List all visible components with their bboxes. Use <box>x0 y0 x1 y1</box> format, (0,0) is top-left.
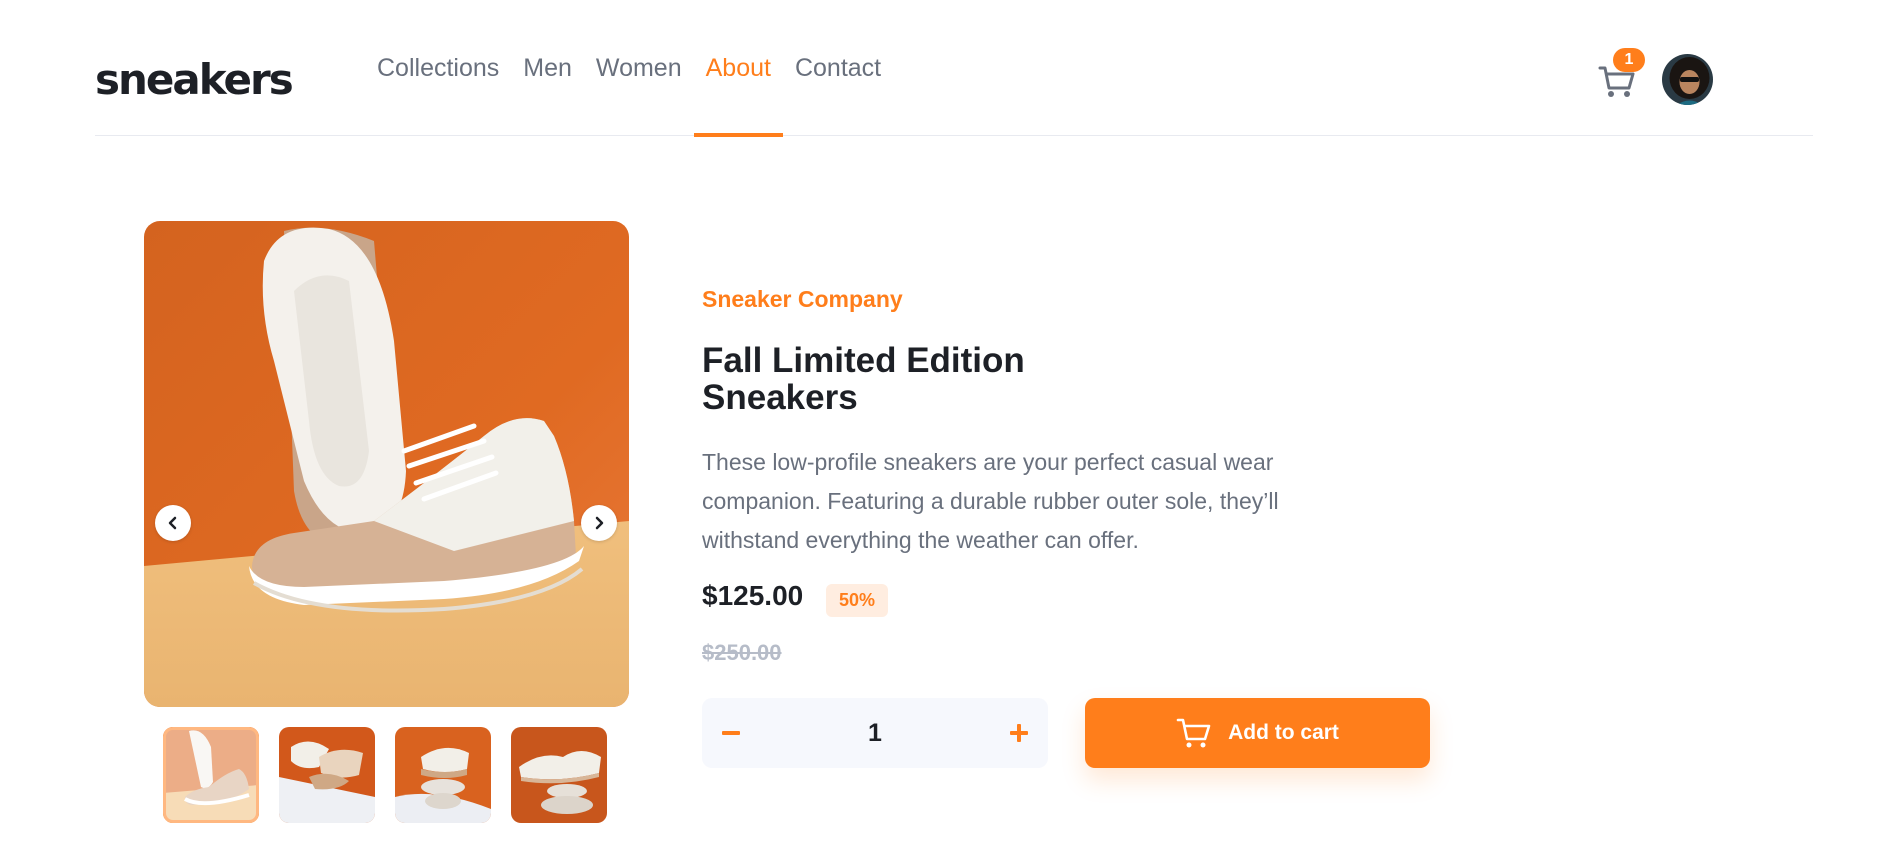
quantity-decrease-button[interactable] <box>706 698 756 768</box>
minus-icon <box>722 731 740 735</box>
nav-contact[interactable]: Contact <box>783 0 893 136</box>
gallery-prev-button[interactable] <box>155 505 191 541</box>
discount-badge: 50% <box>826 584 888 617</box>
product-title-line-2: Sneakers <box>702 378 858 417</box>
chevron-left-icon <box>168 516 177 530</box>
nav-women[interactable]: Women <box>584 0 694 136</box>
add-to-cart-button[interactable]: Add to cart <box>1085 698 1430 768</box>
company-name: Sneaker Company <box>702 286 903 312</box>
quantity-value[interactable]: 1 <box>868 698 882 768</box>
thumbnail-2[interactable] <box>279 727 375 823</box>
product-title-line-1: Fall Limited Edition <box>702 341 1025 380</box>
nav-men[interactable]: Men <box>511 0 584 136</box>
nav-about[interactable]: About <box>693 0 784 137</box>
current-price: $125.00 <box>702 580 804 611</box>
thumbnail-image <box>511 727 607 823</box>
user-avatar[interactable] <box>1660 52 1715 107</box>
thumbnail-4[interactable] <box>511 727 607 823</box>
quantity-stepper: 1 <box>702 698 1048 768</box>
thumbnail-image <box>395 727 491 823</box>
thumbnail-1[interactable] <box>163 727 259 823</box>
nav-collections[interactable]: Collections <box>365 0 511 136</box>
product-title: Fall Limited Edition Sneakers <box>702 342 1102 416</box>
gallery-next-button[interactable] <box>581 505 617 541</box>
cart-icon <box>1176 718 1211 748</box>
thumbnail-image <box>163 727 259 823</box>
cart-count-badge: 1 <box>1613 48 1645 72</box>
thumbnail-image <box>279 727 375 823</box>
original-price: $250.00 <box>702 640 782 665</box>
chevron-right-icon <box>595 516 604 530</box>
product-description: These low-profile sneakers are your perf… <box>702 449 1279 553</box>
thumbnail-strip <box>163 727 607 823</box>
thumbnail-3[interactable] <box>395 727 491 823</box>
logo[interactable]: sneakers <box>95 55 294 105</box>
site-header: sneakers Collections Men Women About Con… <box>95 0 1813 137</box>
add-to-cart-label: Add to cart <box>1228 721 1339 744</box>
quantity-increase-button[interactable] <box>994 698 1044 768</box>
product-main-image[interactable] <box>144 221 629 707</box>
main-nav: Collections Men Women About Contact <box>365 0 893 137</box>
sneaker-photo <box>144 221 629 707</box>
plus-icon <box>1010 724 1028 742</box>
